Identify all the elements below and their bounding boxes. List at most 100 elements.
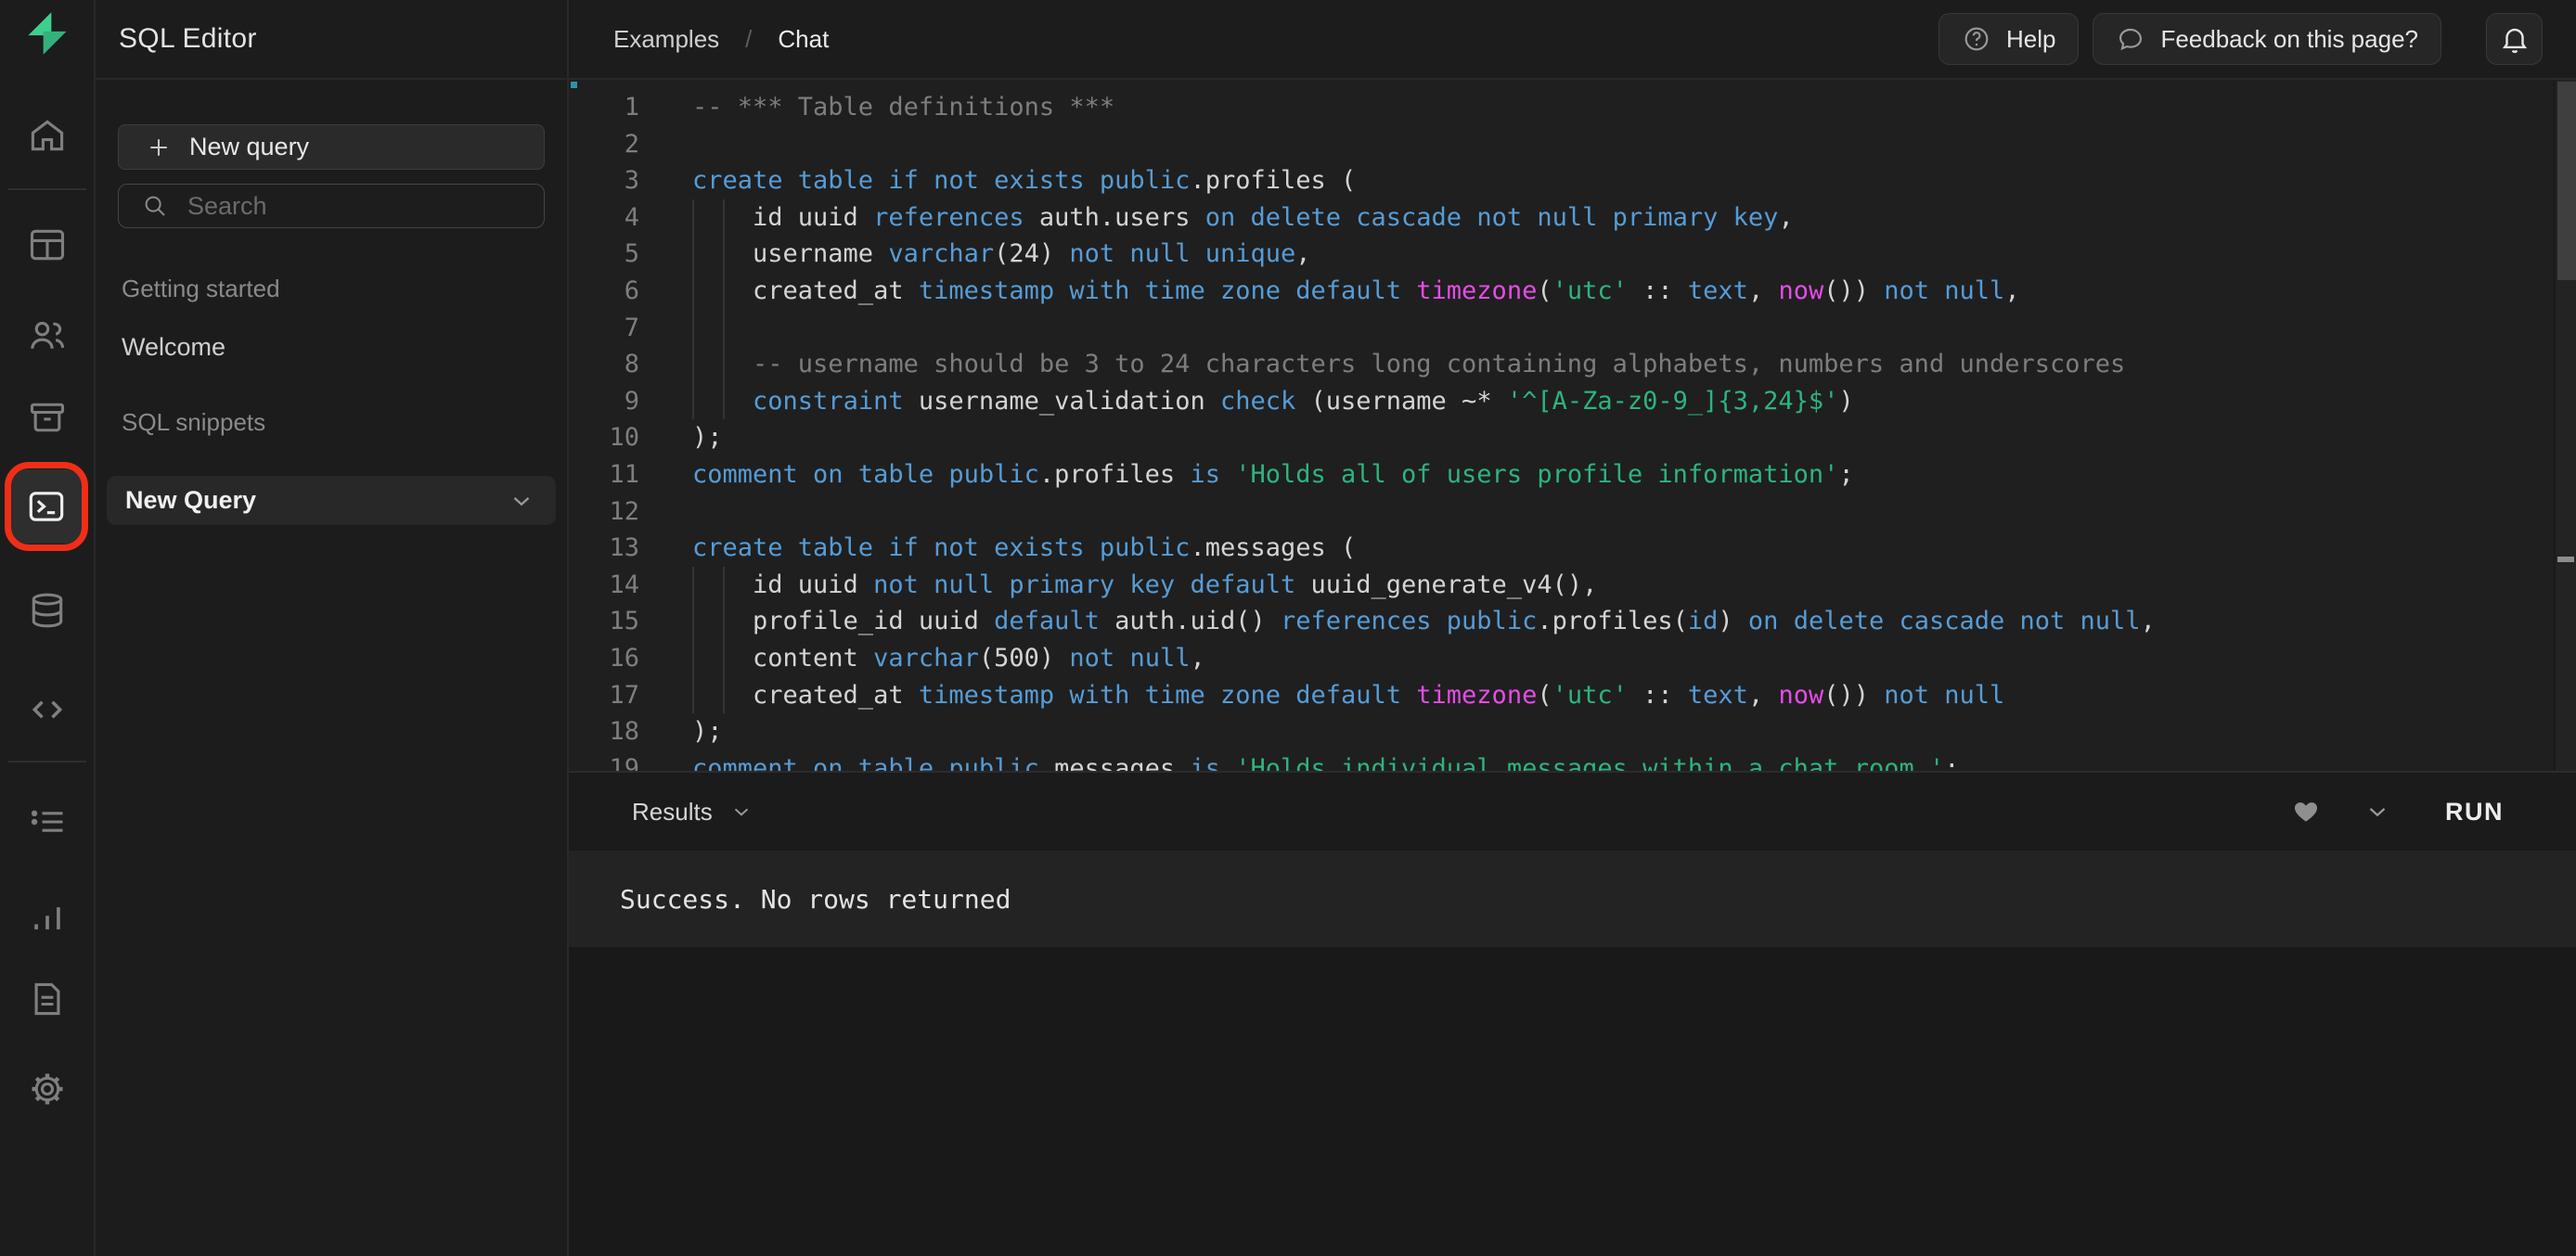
indent-guide	[723, 236, 725, 273]
feedback-button[interactable]: Feedback on this page?	[2093, 13, 2441, 65]
code-line: 12	[569, 493, 2576, 531]
run-button[interactable]: RUN	[2445, 798, 2504, 827]
code-lines: 1-- *** Table definitions ***23create ta…	[569, 80, 2576, 773]
help-button[interactable]: Help	[1938, 13, 2079, 65]
nav-auth-users[interactable]	[18, 314, 77, 358]
line-number: 2	[569, 126, 639, 163]
editor-cursor-marker	[571, 82, 577, 88]
breadcrumb-separator: /	[745, 25, 752, 54]
indent-guide	[723, 346, 725, 383]
breadcrumb-examples[interactable]: Examples	[613, 25, 719, 54]
code-text: );	[692, 419, 723, 456]
notifications-button[interactable]	[2486, 13, 2543, 65]
nav-sql-editor[interactable]	[11, 469, 82, 544]
bar-chart-icon	[27, 898, 68, 939]
list-icon	[27, 801, 68, 842]
editor-scrollbar-thumb[interactable]	[2557, 82, 2576, 280]
rail-divider	[8, 761, 86, 763]
code-line: 13create table if not exists public.mess…	[569, 530, 2576, 567]
query-status-message: Success. No rows returned	[620, 884, 1011, 915]
line-number: 9	[569, 383, 639, 420]
code-line: 14 id uuid not null primary key default …	[569, 567, 2576, 604]
indent-guide	[692, 603, 694, 640]
code-line: 5 username varchar(24) not null unique,	[569, 236, 2576, 273]
code-text: create table if not exists public.messag…	[692, 530, 1356, 567]
line-number: 7	[569, 310, 639, 347]
nav-database[interactable]	[18, 588, 77, 633]
sidebar-item-welcome[interactable]: Welcome	[118, 333, 545, 362]
code-text: id uuid references auth.users on delete …	[692, 199, 1794, 237]
code-text: create table if not exists public.profil…	[692, 162, 1356, 199]
code-text: comment on table public.messages is 'Hol…	[692, 750, 1960, 773]
nav-table-editor[interactable]	[18, 223, 77, 267]
breadcrumb-chat[interactable]: Chat	[778, 25, 829, 54]
search-input[interactable]	[187, 192, 494, 221]
app-root: SQL Editor New query Getting started Wel…	[0, 0, 2576, 1256]
sql-code-editor[interactable]: 1-- *** Table definitions ***23create ta…	[569, 80, 2576, 773]
nav-storage[interactable]	[18, 395, 77, 440]
indent-guide	[692, 236, 694, 273]
feedback-label: Feedback on this page?	[2160, 25, 2418, 54]
code-text: username varchar(24) not null unique,	[692, 236, 1311, 273]
code-text: constraint username_validation check (us…	[692, 383, 1854, 420]
supabase-logo-icon	[23, 9, 71, 58]
indent-guide	[692, 567, 694, 604]
new-query-label: New query	[189, 133, 309, 161]
chevron-down-icon	[2363, 798, 2391, 826]
results-header: Results RUN	[569, 773, 2576, 851]
code-text: created_at timestamp with time zone defa…	[692, 677, 2004, 714]
results-panel: Success. No rows returned	[569, 851, 2576, 947]
indent-guide	[692, 383, 694, 420]
code-text: comment on table public.profiles is 'Hol…	[692, 456, 1854, 493]
nav-api-code[interactable]	[18, 687, 77, 732]
indent-guide	[723, 603, 725, 640]
section-label-sql-snippets: SQL snippets	[118, 408, 545, 437]
results-tab[interactable]: Results	[632, 798, 753, 827]
nav-home[interactable]	[18, 113, 77, 158]
database-icon	[27, 590, 68, 631]
code-brackets-icon	[27, 689, 68, 730]
indent-guide	[723, 273, 725, 310]
nav-rail	[0, 0, 96, 1256]
line-number: 4	[569, 199, 639, 237]
sidebar-body: New query Getting started Welcome SQL sn…	[96, 80, 567, 525]
sidebar-item-new-query[interactable]: New Query	[107, 476, 556, 525]
line-number: 8	[569, 346, 639, 383]
nav-logs-list[interactable]	[18, 800, 77, 844]
topbar-right: Help Feedback on this page?	[1938, 13, 2543, 65]
section-label-getting-started: Getting started	[118, 275, 545, 303]
code-line: 3create table if not exists public.profi…	[569, 162, 2576, 199]
results-actions: RUN	[2291, 797, 2504, 827]
code-line: 6 created_at timestamp with time zone de…	[569, 273, 2576, 310]
nav-reports-chart[interactable]	[18, 896, 77, 941]
run-options-button[interactable]	[2363, 798, 2391, 826]
empty-area	[569, 947, 2576, 1256]
favorite-button[interactable]	[2291, 797, 2321, 827]
chat-bubble-icon	[2116, 24, 2145, 54]
line-number: 15	[569, 603, 639, 640]
results-tab-label: Results	[632, 798, 713, 827]
new-query-button[interactable]: New query	[118, 124, 545, 170]
sidebar-item-label: New Query	[125, 486, 256, 515]
logo-button[interactable]	[18, 9, 77, 58]
nav-settings-gear[interactable]	[18, 1067, 77, 1111]
main-area: Examples / Chat Help Feedback on this	[569, 0, 2576, 1256]
code-text: );	[692, 713, 723, 750]
line-number: 10	[569, 419, 639, 456]
line-number: 17	[569, 677, 639, 714]
indent-guide	[723, 640, 725, 677]
page-title: SQL Editor	[119, 23, 257, 55]
nav-docs-file[interactable]	[18, 977, 77, 1021]
indent-guide	[692, 273, 694, 310]
indent-guide	[723, 677, 725, 714]
indent-guide	[692, 346, 694, 383]
code-line: 4 id uuid references auth.users on delet…	[569, 199, 2576, 237]
users-icon	[27, 315, 68, 356]
sidebar-header: SQL Editor	[96, 0, 567, 80]
rail-divider	[8, 188, 86, 190]
bell-icon	[2499, 23, 2531, 55]
editor-scrollbar-track[interactable]	[2554, 80, 2576, 771]
line-number: 11	[569, 456, 639, 493]
code-line: 1-- *** Table definitions ***	[569, 89, 2576, 126]
line-number: 12	[569, 493, 639, 531]
